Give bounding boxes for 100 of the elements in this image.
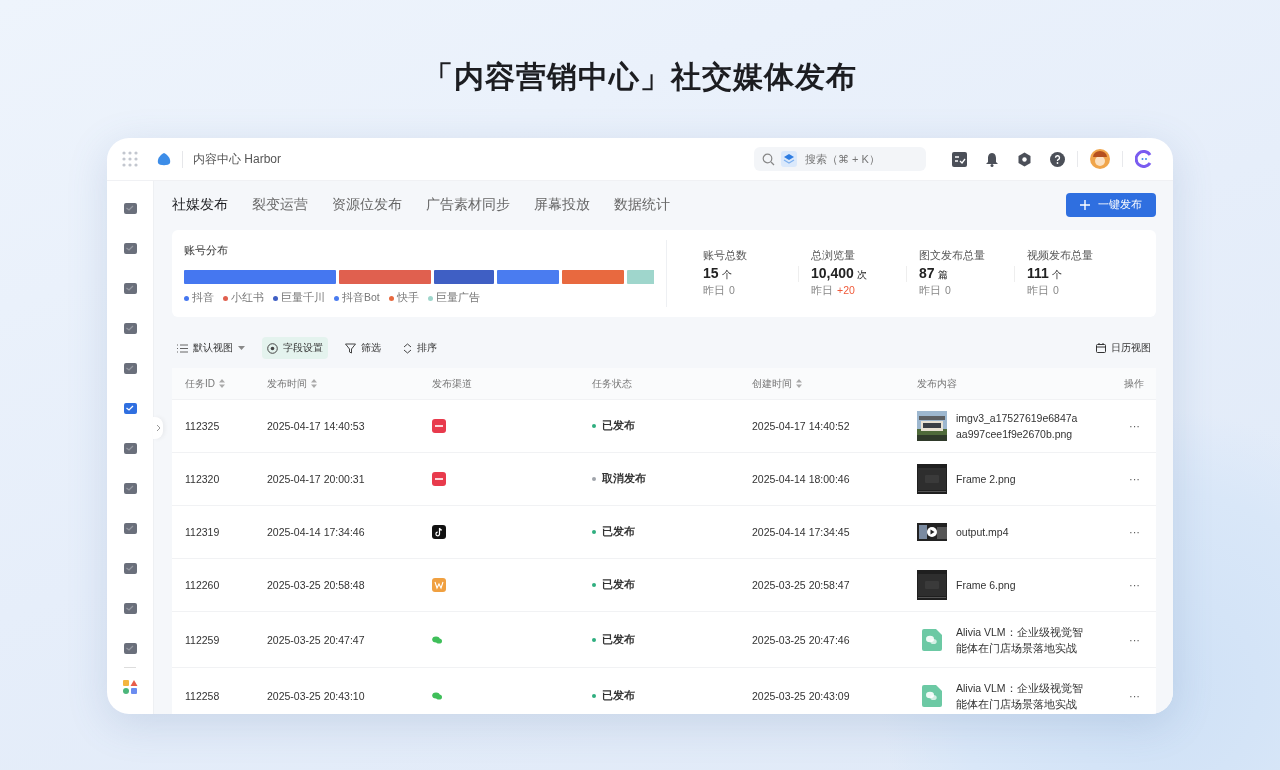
status-label: 已发布: [602, 688, 635, 703]
table-cell: 112258: [185, 689, 220, 702]
table-cell: 112320: [185, 473, 220, 485]
column-header: 操作: [1124, 376, 1144, 391]
stat-value: 111: [1027, 265, 1049, 281]
status-label: 已发布: [602, 632, 635, 647]
tab[interactable]: 裂变运营: [252, 195, 308, 214]
sidebar-nav-icon[interactable]: [122, 201, 138, 216]
table-cell: 2025-03-25 20:58:47: [752, 579, 850, 591]
column-header[interactable]: 发布时间: [267, 376, 307, 391]
sort-icon: [403, 342, 412, 354]
more-actions-button[interactable]: ···: [1125, 689, 1144, 702]
stat-label: 总浏览量: [811, 249, 856, 263]
avatar[interactable]: [1090, 149, 1110, 169]
content-name: Alivia VLM：企业级视觉智能体在门店场景落地实战: [956, 680, 1084, 712]
plus-icon: [1080, 199, 1090, 210]
bell-icon[interactable]: [985, 151, 999, 167]
column-header[interactable]: 任务ID: [185, 376, 215, 391]
apps-icon[interactable]: [122, 679, 138, 695]
content-name: imgv3_a17527619e6847a aa997cee1f9e2670b.png: [956, 411, 1079, 442]
stat-delta: 0: [1053, 284, 1059, 298]
legend-label: 巨量千川: [281, 291, 325, 305]
sidebar-nav-icon[interactable]: [122, 321, 138, 336]
table-cell: 112319: [185, 526, 220, 538]
legend-label: 快手: [396, 291, 419, 305]
status-label: 已发布: [602, 578, 635, 592]
more-actions-button[interactable]: ···: [1125, 579, 1144, 591]
more-actions-button[interactable]: ···: [1125, 473, 1144, 485]
more-actions-button[interactable]: ···: [1125, 633, 1144, 646]
publish-button[interactable]: 一键发布: [1066, 192, 1156, 217]
sidebar-nav-icon[interactable]: [122, 281, 138, 296]
stat-caption: 昨日: [703, 284, 725, 298]
tab[interactable]: 广告素材同步: [426, 195, 510, 214]
search-field[interactable]: 搜索（⌘ + K）: [803, 152, 907, 166]
table-cell: 2025-04-17 20:00:31: [267, 473, 365, 485]
column-header: 发布渠道: [432, 376, 472, 391]
content-name: output.mp4: [956, 525, 1010, 540]
calendar-view-button[interactable]: 日历视图: [1091, 337, 1156, 359]
toolbar-button[interactable]: 字段设置: [262, 337, 328, 359]
table-cell: 112259: [185, 633, 220, 646]
more-actions-button[interactable]: ···: [1125, 526, 1144, 538]
column-header[interactable]: 创建时间: [752, 376, 792, 391]
stat-caption: 昨日: [919, 284, 941, 298]
legend-label: 抖音Bot: [342, 291, 380, 305]
status-label: 取消发布: [602, 472, 646, 486]
sidebar-nav-icon[interactable]: [122, 641, 138, 656]
assistant-icon[interactable]: [1135, 150, 1153, 168]
page-headline: 「内容营销中心」社交媒体发布: [423, 59, 857, 95]
tab[interactable]: 屏幕投放: [534, 195, 590, 214]
sidebar-nav-icon[interactable]: [122, 441, 138, 456]
stat-value: 15: [703, 265, 719, 281]
stat-delta: 0: [729, 284, 735, 298]
search-bar[interactable]: 搜索（⌘ + K）: [754, 147, 926, 171]
column-header: 任务状态: [592, 376, 632, 391]
chevron-right-icon: [155, 424, 161, 432]
status-label: 已发布: [602, 419, 635, 433]
table-cell: 2025-04-14 18:00:46: [752, 473, 850, 485]
stat-unit: 个: [721, 268, 732, 282]
stat-caption: 昨日: [811, 284, 833, 298]
legend-label: 抖音: [192, 291, 214, 305]
more-actions-button[interactable]: ···: [1125, 420, 1144, 432]
sidebar-nav-icon[interactable]: [122, 241, 138, 256]
sidebar-nav-icon[interactable]: [122, 361, 138, 376]
stat-label: 图文发布总量: [919, 249, 986, 263]
table-cell: 112325: [185, 420, 220, 432]
view-dropdown[interactable]: 默认视图: [172, 337, 250, 359]
sidebar-nav-icon[interactable]: [122, 481, 138, 496]
sidebar-nav-icon[interactable]: [122, 601, 138, 616]
stat-value: 10,400: [811, 265, 854, 281]
target-icon: [267, 342, 278, 354]
stat-unit: 篇: [937, 268, 948, 282]
tab[interactable]: 社媒发布: [172, 195, 228, 214]
table-cell: 2025-04-17 14:40:53: [267, 420, 365, 432]
sidebar-nav-icon[interactable]: [122, 401, 138, 416]
stat-delta: 0: [945, 284, 951, 298]
logo-icon: [156, 151, 172, 167]
table-cell: 112260: [185, 579, 220, 591]
table-cell: 2025-04-14 17:34:46: [267, 526, 365, 538]
help-icon[interactable]: [1050, 151, 1065, 167]
settings-icon[interactable]: [1017, 151, 1032, 167]
content-name: Frame 2.png: [956, 472, 1017, 487]
sidebar-nav-icon[interactable]: [122, 561, 138, 576]
tab[interactable]: 数据统计: [614, 195, 670, 214]
stat-label: 视频发布总量: [1027, 249, 1094, 263]
sidebar-nav-icon[interactable]: [122, 521, 138, 536]
table-cell: 2025-04-17 14:40:52: [752, 420, 850, 432]
toolbar-button[interactable]: 排序: [398, 337, 442, 359]
stat-value: 87: [919, 265, 935, 281]
app-title: 内容中心 Harbor: [182, 150, 281, 168]
card-title: 账号分布: [184, 243, 229, 258]
tab[interactable]: 资源位发布: [332, 195, 402, 214]
legend-label: 小红书: [231, 291, 264, 305]
collapse-handle[interactable]: [153, 417, 163, 439]
search-icon: [762, 152, 775, 166]
table-cell: 2025-03-25 20:47:47: [267, 633, 365, 646]
checklist-icon[interactable]: [952, 151, 967, 167]
caret-icon: [238, 346, 245, 350]
calendar-icon: [1096, 343, 1106, 353]
table-cell: 2025-03-25 20:58:48: [267, 579, 365, 591]
toolbar-button[interactable]: 筛选: [340, 337, 386, 359]
